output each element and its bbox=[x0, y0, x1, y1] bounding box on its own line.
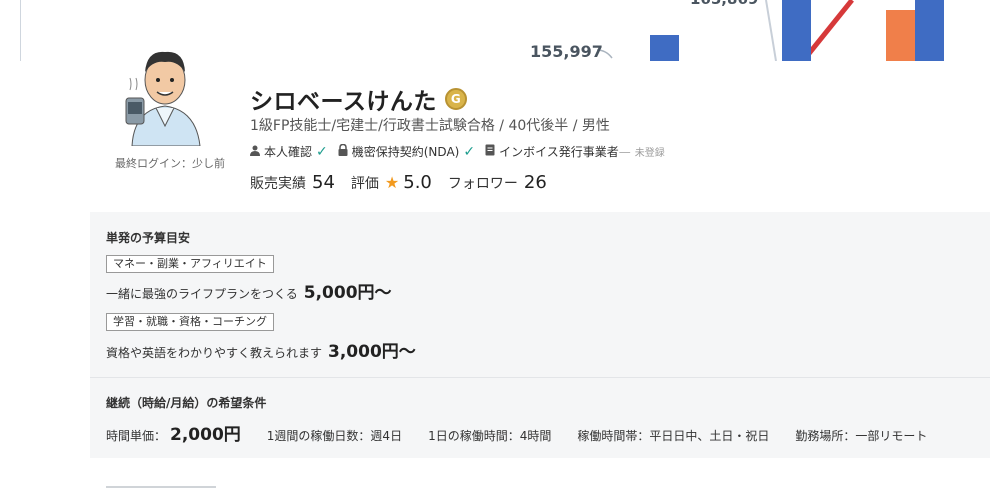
work-location-condition: 勤務場所：一部リモート bbox=[795, 429, 928, 443]
daily-hours-condition: 1日の稼働時間：4時間 bbox=[428, 429, 552, 443]
user-icon bbox=[250, 145, 260, 159]
weekly-days-condition: 1週間の稼働日数：週4日 bbox=[266, 429, 403, 443]
last-login-text: 最終ログイン：少し前 bbox=[115, 157, 225, 170]
chart-bar bbox=[915, 0, 944, 61]
hourly-rate-label: 時間単価： bbox=[106, 429, 167, 443]
offer-description: 一緒に最強のライフプランをつくる bbox=[106, 287, 298, 301]
chart-value-label: 155,997 bbox=[530, 42, 603, 61]
category-tag[interactable]: 学習・就職・資格・コーチング bbox=[106, 313, 274, 331]
budget-panel: 単発の予算目安 マネー・副業・アフィリエイト 一緒に最強のライフプランをつくる … bbox=[90, 212, 990, 458]
continuous-conditions-title: 継続（時給/月給）の希望条件 bbox=[106, 396, 267, 410]
identity-verification: 本人確認 ✓ bbox=[250, 143, 328, 160]
continuous-conditions-row: 時間単価： 2,000円 1週間の稼働日数：週4日 1日の稼働時間：4時間 稼働… bbox=[106, 420, 953, 445]
offer-item[interactable]: 一緒に最強のライフプランをつくる 5,000円〜 bbox=[106, 278, 392, 303]
gold-rank-badge-icon: G bbox=[444, 88, 467, 110]
identity-verification-label: 本人確認 bbox=[264, 145, 313, 159]
invoice-registration-label: インボイス発行事業者 bbox=[499, 145, 619, 159]
rating-value[interactable]: 5.0 bbox=[403, 172, 432, 193]
check-icon: ✓ bbox=[316, 143, 328, 160]
category-tag[interactable]: マネー・副業・アフィリエイト bbox=[106, 255, 274, 273]
followers-value[interactable]: 26 bbox=[524, 172, 547, 193]
offer-price: 5,000円〜 bbox=[303, 283, 392, 303]
sales-value: 54 bbox=[312, 172, 335, 193]
time-slot-condition: 稼働時間帯：平日日中、土日・祝日 bbox=[577, 429, 770, 443]
nda-verification-label: 機密保持契約(NDA) bbox=[351, 145, 460, 159]
verification-row: 本人確認 ✓ 機密保持契約(NDA) ✓ インボイス発行事業者 — 未登録 bbox=[250, 143, 675, 160]
invoice-registration: インボイス発行事業者 — 未登録 bbox=[485, 143, 665, 160]
chart-bar bbox=[782, 0, 811, 61]
offer-price: 3,000円〜 bbox=[328, 342, 416, 362]
sales-label: 販売実績 bbox=[250, 176, 306, 192]
avatar[interactable] bbox=[122, 40, 208, 147]
stats-row: 販売実績 54 評価 ★ 5.0 フォロワー 26 bbox=[250, 172, 563, 193]
offer-description: 資格や英語をわかりやすく教えられます bbox=[106, 346, 323, 360]
offer-item[interactable]: 資格や英語をわかりやすく教えられます 3,000円〜 bbox=[106, 337, 416, 362]
invoice-status: 未登録 bbox=[634, 148, 665, 159]
document-icon bbox=[485, 144, 495, 159]
chart-bar bbox=[650, 35, 679, 61]
nda-verification: 機密保持契約(NDA) ✓ bbox=[338, 143, 475, 160]
rating-label: 評価 bbox=[350, 176, 379, 192]
lock-icon bbox=[338, 143, 348, 159]
profile-subtitle: 1級FP技能士/宅建士/行政書士試験合格 / 40代後半 / 男性 bbox=[250, 118, 610, 134]
profile-name-row: シロベースけんた G bbox=[250, 82, 467, 116]
section-divider bbox=[90, 377, 990, 378]
check-icon: ✓ bbox=[463, 143, 476, 160]
dash-icon: — bbox=[618, 144, 631, 159]
star-icon: ★ bbox=[384, 173, 400, 192]
hourly-rate-value: 2,000円 bbox=[170, 425, 241, 445]
chart-value-label: 165,869 bbox=[690, 0, 758, 8]
chart-line-gray bbox=[765, 0, 777, 61]
profile-name[interactable]: シロベースけんた bbox=[250, 82, 437, 116]
followers-label: フォロワー bbox=[447, 176, 518, 192]
chart-bar bbox=[886, 10, 915, 61]
single-budget-title: 単発の予算目安 bbox=[106, 231, 191, 245]
